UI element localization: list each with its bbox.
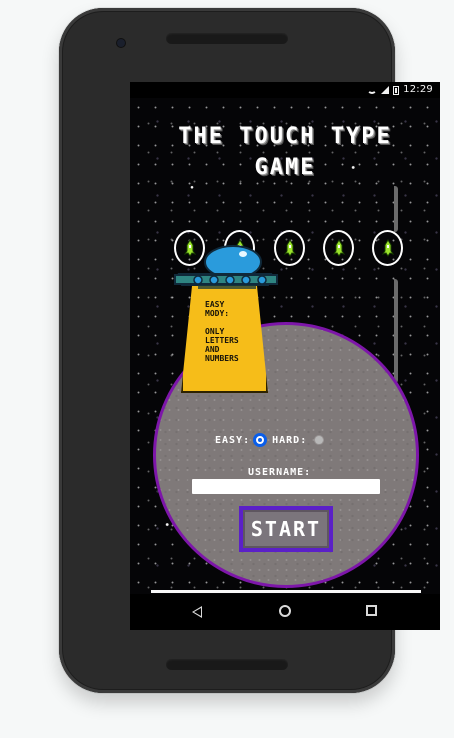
username-label: USERNAME: <box>248 467 312 478</box>
easy-label: EASY: <box>215 434 251 446</box>
side-button-top <box>394 186 398 232</box>
android-navigation-bar <box>130 594 440 630</box>
page-title-line-1: THE TOUCH TYPE <box>178 124 392 149</box>
device-preview: 12:29 THE TOUCH TYPE GAME EASY MODY: ONL… <box>0 0 454 738</box>
page-title-line-2: GAME <box>254 155 316 180</box>
back-icon[interactable] <box>192 606 202 618</box>
username-field[interactable] <box>192 479 380 494</box>
phone-frame: 12:29 THE TOUCH TYPE GAME EASY MODY: ONL… <box>59 8 440 693</box>
side-button-bottom <box>394 279 398 383</box>
front-camera <box>117 39 125 47</box>
mode-info-text: EASY MODY: ONLY LETTERS AND NUMBERS <box>205 300 239 363</box>
hard-label: HARD: <box>272 434 308 446</box>
status-time: 12:29 <box>403 84 433 95</box>
home-indicator <box>151 590 421 593</box>
rocket-icon <box>332 239 346 257</box>
home-icon[interactable] <box>279 605 291 617</box>
ufo-svg <box>174 245 278 289</box>
rocket-life-5 <box>372 230 403 266</box>
rocket-life-4 <box>323 230 354 266</box>
status-icons: 12:29 <box>367 82 433 98</box>
easy-radio[interactable] <box>253 433 268 447</box>
mode-beam: EASY MODY: ONLY LETTERS AND NUMBERS <box>181 283 268 393</box>
bottom-speaker <box>166 659 288 670</box>
recent-apps-icon[interactable] <box>366 605 377 616</box>
top-speaker <box>166 33 288 44</box>
rocket-icon <box>381 239 395 257</box>
status-bar: 12:29 <box>130 82 440 98</box>
page-title: THE TOUCH TYPE GAME <box>130 121 440 183</box>
ufo-icon <box>173 244 279 296</box>
hard-radio[interactable] <box>315 436 324 444</box>
rocket-icon <box>283 239 297 257</box>
signal-icon <box>381 86 390 94</box>
difficulty-selector: EASY: HARD: <box>215 431 355 449</box>
wifi-icon <box>367 86 377 94</box>
start-button[interactable]: START <box>239 506 333 552</box>
battery-icon <box>393 85 400 95</box>
